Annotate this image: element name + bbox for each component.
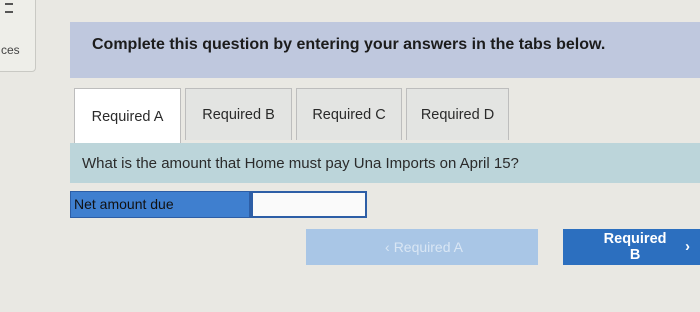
- next-button-label: Required B: [603, 231, 667, 263]
- previous-button-label: Required A: [393, 239, 463, 255]
- chevron-right-icon: ›: [685, 239, 690, 255]
- net-amount-due-input[interactable]: [250, 191, 367, 218]
- menu-icon: [5, 3, 13, 13]
- next-required-button[interactable]: Required B ›: [563, 229, 700, 265]
- tab-required-b[interactable]: Required B: [185, 88, 292, 140]
- question-bar: What is the amount that Home must pay Un…: [70, 143, 700, 183]
- instruction-text: Complete this question by entering your …: [92, 36, 606, 53]
- side-panel-tab[interactable]: ces: [0, 0, 36, 72]
- side-panel-label: ces: [1, 43, 20, 57]
- instruction-banner: Complete this question by entering your …: [70, 22, 700, 78]
- tab-required-d[interactable]: Required D: [406, 88, 509, 140]
- question-text: What is the amount that Home must pay Un…: [82, 155, 519, 172]
- chevron-left-icon: ‹: [385, 239, 390, 255]
- previous-required-button[interactable]: ‹ Required A: [306, 229, 538, 265]
- tab-required-a[interactable]: Required A: [74, 88, 181, 144]
- net-amount-due-label: Net amount due: [70, 191, 250, 218]
- tab-required-c[interactable]: Required C: [296, 88, 402, 140]
